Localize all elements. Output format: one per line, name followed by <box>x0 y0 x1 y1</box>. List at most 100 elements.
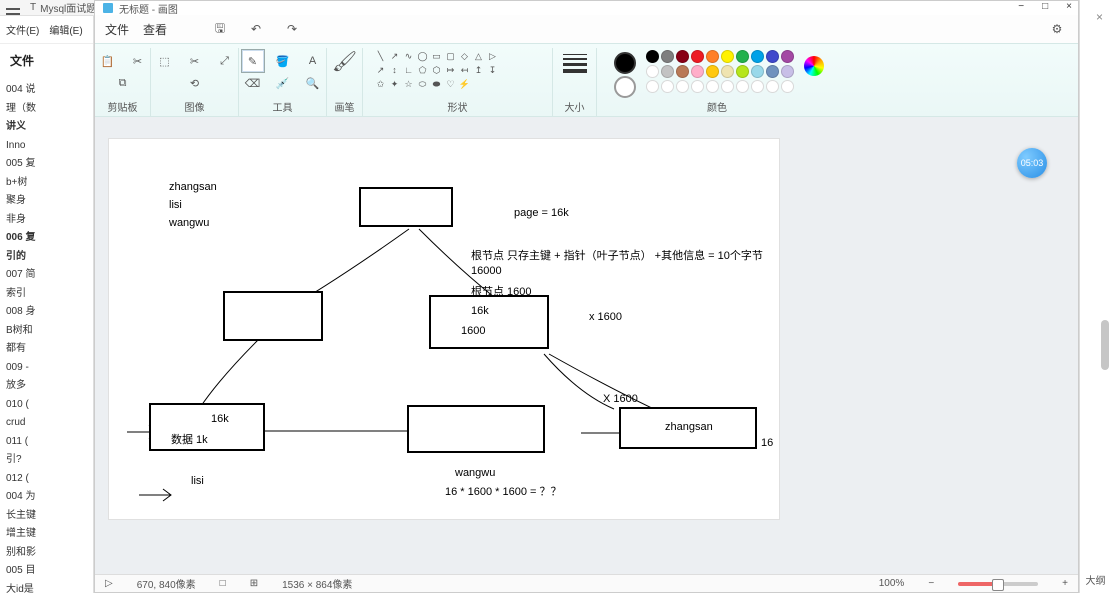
toc-item[interactable]: 005 复 <box>6 156 87 172</box>
redo-icon[interactable]: ↷ <box>281 19 303 39</box>
color-swatch[interactable] <box>781 65 794 78</box>
color-swatch[interactable] <box>661 50 674 63</box>
canvas[interactable]: zhangsan lisi wangwu page = 16k 根节点 只存主键… <box>109 139 779 519</box>
save-icon[interactable]: 🖫 <box>209 19 231 39</box>
crop-icon[interactable]: ✂ <box>184 50 206 72</box>
toc-item[interactable]: 增主键 <box>6 526 87 542</box>
color-swatch[interactable] <box>706 80 719 93</box>
paste-icon[interactable]: 📋 <box>97 50 119 72</box>
color-swatch[interactable] <box>691 50 704 63</box>
toc-item[interactable]: 012 ( <box>6 471 87 487</box>
eraser-icon[interactable]: ⌫ <box>242 72 264 94</box>
toc-item[interactable]: 长主键 <box>6 508 87 524</box>
color-swatch[interactable] <box>721 50 734 63</box>
toc-item[interactable]: 006 复 <box>6 230 87 246</box>
brush-icon[interactable]: 🖌 <box>334 50 356 72</box>
toc-item[interactable]: B树和 <box>6 323 87 339</box>
color-swatch[interactable] <box>676 65 689 78</box>
size-picker[interactable] <box>563 50 587 73</box>
toc-item[interactable]: 004 说 <box>6 82 87 98</box>
color-palette[interactable] <box>646 50 794 93</box>
outer-menu-edit[interactable]: 编辑(E) <box>49 22 82 37</box>
toc-item[interactable]: 008 身 <box>6 304 87 320</box>
pencil-icon[interactable]: ✎ <box>242 50 264 72</box>
color-swatch[interactable] <box>751 50 764 63</box>
menu-file[interactable]: 文件 <box>105 21 129 38</box>
color-wheel-icon[interactable] <box>804 56 824 76</box>
toc-item[interactable]: 索引 <box>6 286 87 302</box>
color-swatch[interactable] <box>691 65 704 78</box>
toc-item[interactable]: 引? <box>6 452 87 468</box>
toc-item[interactable]: 005 目 <box>6 563 87 579</box>
toc-item[interactable]: 010 ( <box>6 397 87 413</box>
toc-item[interactable]: 011 ( <box>6 434 87 450</box>
color1-swatch[interactable] <box>614 52 636 74</box>
color-swatch[interactable] <box>706 65 719 78</box>
scrollbar-thumb[interactable] <box>1101 320 1109 370</box>
right-close-icon[interactable]: × <box>1096 10 1103 24</box>
toc-item[interactable]: crud <box>6 415 87 431</box>
color-swatch[interactable] <box>646 65 659 78</box>
zoom-out-button[interactable]: − <box>928 578 934 589</box>
settings-icon[interactable]: ⚙ <box>1046 19 1068 39</box>
toc-item[interactable]: 都有 <box>6 341 87 357</box>
color-swatch[interactable] <box>736 65 749 78</box>
color-swatch[interactable] <box>691 80 704 93</box>
color-swatch[interactable] <box>766 80 779 93</box>
group-shapes-label: 形状 <box>363 99 552 114</box>
color-swatch[interactable] <box>661 65 674 78</box>
color-swatch[interactable] <box>751 65 764 78</box>
color-swatch[interactable] <box>781 80 794 93</box>
color-swatch[interactable] <box>676 50 689 63</box>
color-swatch[interactable] <box>766 65 779 78</box>
color-swatch[interactable] <box>766 50 779 63</box>
toc-item[interactable]: 非身 <box>6 212 87 228</box>
color-swatch[interactable] <box>676 80 689 93</box>
fill-icon[interactable]: 🪣 <box>272 50 294 72</box>
canvas-scroll-area[interactable]: zhangsan lisi wangwu page = 16k 根节点 只存主键… <box>95 117 1078 574</box>
paint-close-button[interactable]: × <box>1066 1 1072 12</box>
color-swatch[interactable] <box>781 50 794 63</box>
undo-icon[interactable]: ↶ <box>245 19 267 39</box>
toc-item[interactable]: 放多 <box>6 378 87 394</box>
toc-item[interactable]: 聚身 <box>6 193 87 209</box>
text-icon[interactable]: A <box>302 50 324 72</box>
toc-item[interactable]: 009 - <box>6 360 87 376</box>
toc-item[interactable]: 大id是 <box>6 582 87 593</box>
paint-min-button[interactable]: − <box>1018 1 1024 12</box>
paint-max-button[interactable]: □ <box>1042 1 1048 12</box>
magnifier-icon[interactable]: 🔍 <box>302 72 324 94</box>
color-swatch[interactable] <box>661 80 674 93</box>
color-swatch[interactable] <box>721 65 734 78</box>
shapes-grid[interactable]: ╲↗∿◯▭▢◇△▷ ↗↕∟⬠⬡↦↤↥↧ ✩✦☆⬭⬬♡⚡ <box>375 50 541 90</box>
select-icon[interactable]: ⬚ <box>154 50 176 72</box>
toc-item[interactable]: Inno <box>6 138 87 154</box>
sidebar-title: 文件 <box>0 44 93 77</box>
color-swatch[interactable] <box>706 50 719 63</box>
rotate-icon[interactable]: ⟲ <box>184 72 206 94</box>
outer-menu-file[interactable]: 文件(E) <box>6 22 39 37</box>
menu-view[interactable]: 查看 <box>143 21 167 38</box>
txt-16k: 16k <box>471 305 489 317</box>
color-swatch[interactable] <box>736 50 749 63</box>
picker-icon[interactable]: 💉 <box>272 72 294 94</box>
copy-icon[interactable]: ⧉ <box>112 72 134 94</box>
color2-swatch[interactable] <box>614 76 636 98</box>
color-swatch[interactable] <box>736 80 749 93</box>
color-swatch[interactable] <box>721 80 734 93</box>
recording-timer-badge[interactable]: 05:03 <box>1017 148 1047 178</box>
zoom-slider[interactable] <box>958 582 1038 586</box>
toc-item[interactable]: b+树 <box>6 175 87 191</box>
toc-item[interactable]: 004 为 <box>6 489 87 505</box>
cut-icon[interactable]: ✂ <box>127 50 149 72</box>
color-swatch[interactable] <box>751 80 764 93</box>
toc-item[interactable]: 007 简 <box>6 267 87 283</box>
zoom-in-button[interactable]: + <box>1062 578 1068 589</box>
toc-item[interactable]: 讲义 <box>6 119 87 135</box>
toc-item[interactable]: 引的 <box>6 249 87 265</box>
toc-item[interactable]: 理（数 <box>6 101 87 117</box>
color-swatch[interactable] <box>646 50 659 63</box>
resize-icon[interactable]: ⤢ <box>214 50 236 72</box>
toc-item[interactable]: 别和影 <box>6 545 87 561</box>
color-swatch[interactable] <box>646 80 659 93</box>
